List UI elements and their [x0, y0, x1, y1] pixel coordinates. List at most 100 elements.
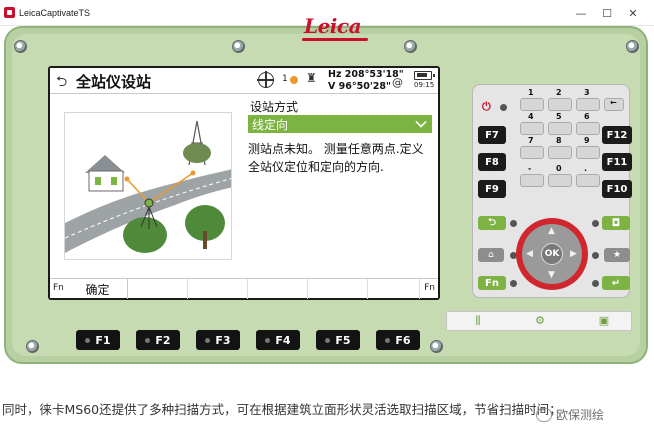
- instrument-icon: ♜: [306, 71, 317, 85]
- setup-illustration-graphic: [65, 113, 231, 259]
- key-minus[interactable]: -: [528, 164, 531, 173]
- led-indicator: [385, 337, 391, 343]
- undo-key[interactable]: ⮌: [478, 216, 506, 230]
- f1-key[interactable]: F1: [76, 330, 120, 350]
- f6-key[interactable]: F6: [376, 330, 420, 350]
- maximize-button[interactable]: ☐: [594, 0, 620, 26]
- f7-key[interactable]: F7: [478, 126, 506, 144]
- face-indicator: 1: [282, 74, 288, 84]
- app-shortcut-bar: ⫼ ⚙ ▣: [446, 311, 632, 331]
- watermark: 欧保测绘: [536, 406, 604, 423]
- key-1-cap[interactable]: [520, 98, 544, 111]
- root: LeicaCaptivateTS — ☐ ✕ Leica ⮌ 全站仪设站 1 ♜…: [0, 0, 654, 446]
- led-indicator: [592, 220, 599, 227]
- window-title: LeicaCaptivateTS: [19, 7, 91, 18]
- softkey-slot[interactable]: [308, 279, 368, 299]
- f4-label: F4: [275, 333, 291, 347]
- home-key[interactable]: ⌂: [478, 248, 504, 262]
- led-indicator: [145, 337, 151, 343]
- softkey-slot[interactable]: [248, 279, 308, 299]
- target-icon: [257, 71, 274, 88]
- f2-key[interactable]: F2: [136, 330, 180, 350]
- softkey-slot[interactable]: [368, 279, 420, 299]
- arrow-up-icon[interactable]: ▲: [548, 226, 555, 236]
- f3-key[interactable]: F3: [196, 330, 240, 350]
- key-2-cap[interactable]: [548, 98, 572, 111]
- screw-icon: [14, 40, 27, 53]
- wechat-icon: [536, 407, 552, 422]
- led-indicator: [500, 104, 507, 111]
- f12-key[interactable]: F12: [602, 126, 632, 144]
- brand-logo: Leica: [304, 14, 362, 38]
- setup-method-dropdown[interactable]: 线定向: [248, 115, 432, 133]
- watermark-text: 欧保测绘: [556, 408, 605, 422]
- close-button[interactable]: ✕: [620, 0, 646, 26]
- led-indicator: [265, 337, 271, 343]
- ok-button[interactable]: OK: [541, 243, 563, 265]
- f9-key[interactable]: F9: [478, 180, 506, 198]
- fn-indicator-left: Fn: [53, 283, 64, 293]
- f2-label: F2: [155, 333, 171, 347]
- f3-label: F3: [215, 333, 231, 347]
- clock-time: 09:15: [414, 81, 435, 89]
- key-1[interactable]: 1: [528, 88, 534, 97]
- minimize-button[interactable]: —: [568, 0, 594, 26]
- screw-icon: [404, 40, 417, 53]
- key-9[interactable]: 9: [584, 136, 590, 145]
- lcd-bezel: ⮌ 全站仪设站 1 ♜ Hz 208°53'18" V 96°50'28" @ …: [48, 66, 440, 300]
- key-8[interactable]: 8: [556, 136, 562, 145]
- arrow-right-icon[interactable]: ▶: [570, 249, 577, 259]
- key-5-cap[interactable]: [548, 122, 572, 135]
- f4-key[interactable]: F4: [256, 330, 300, 350]
- led-indicator: [325, 337, 331, 343]
- favorites-key[interactable]: ★: [604, 248, 630, 262]
- camera-app-icon[interactable]: ▣: [597, 314, 611, 328]
- softkey-slot[interactable]: [128, 279, 188, 299]
- key-3[interactable]: 3: [584, 88, 590, 97]
- camera-key[interactable]: ◘: [602, 216, 630, 230]
- key-dot[interactable]: .: [584, 164, 587, 173]
- setup-method-label: 设站方式: [250, 100, 299, 114]
- key-minus-cap[interactable]: [520, 174, 544, 187]
- arrow-down-icon[interactable]: ▼: [548, 270, 555, 280]
- key-4[interactable]: 4: [528, 112, 534, 121]
- key-0[interactable]: 0: [556, 164, 562, 173]
- power-icon[interactable]: ⏻: [482, 100, 491, 114]
- page-title: 全站仪设站: [76, 73, 152, 91]
- key-8-cap[interactable]: [548, 146, 572, 159]
- ok-softkey[interactable]: 确定: [68, 279, 128, 299]
- key-6-cap[interactable]: [576, 122, 600, 135]
- settings-gear-icon[interactable]: ⚙: [533, 314, 547, 328]
- key-5[interactable]: 5: [556, 112, 562, 121]
- key-4-cap[interactable]: [520, 122, 544, 135]
- f6-label: F6: [395, 333, 411, 347]
- led-indicator: [85, 337, 91, 343]
- key-9-cap[interactable]: [576, 146, 600, 159]
- fn-key[interactable]: Fn: [478, 276, 506, 290]
- app-logo-icon: [4, 7, 15, 18]
- key-7[interactable]: 7: [528, 136, 534, 145]
- f5-key[interactable]: F5: [316, 330, 360, 350]
- key-2[interactable]: 2: [556, 88, 562, 97]
- prism-icon: [290, 76, 298, 84]
- f1-label: F1: [95, 333, 111, 347]
- key-3-cap[interactable]: [576, 98, 600, 111]
- f8-key[interactable]: F8: [478, 153, 506, 171]
- screw-icon: [626, 40, 639, 53]
- key-dot-cap[interactable]: [576, 174, 600, 187]
- method-description: 测站点未知。 测量任意两点.定义全站仪定位和定向的方向.: [248, 142, 424, 174]
- backspace-icon: ←: [610, 98, 617, 107]
- led-indicator: [592, 252, 599, 259]
- f11-key[interactable]: F11: [602, 153, 632, 171]
- key-6[interactable]: 6: [584, 112, 590, 121]
- softkey-slot[interactable]: [188, 279, 248, 299]
- f10-key[interactable]: F10: [602, 180, 632, 198]
- level-icon[interactable]: ⫼: [471, 314, 485, 328]
- arrow-left-icon[interactable]: ◀: [526, 249, 533, 259]
- led-indicator: [510, 280, 517, 287]
- back-arrow-icon[interactable]: ⮌: [56, 71, 67, 95]
- key-7-cap[interactable]: [520, 146, 544, 159]
- enter-key[interactable]: ↵: [602, 276, 630, 290]
- key-0-cap[interactable]: [548, 174, 572, 187]
- chevron-down-icon: [415, 116, 427, 128]
